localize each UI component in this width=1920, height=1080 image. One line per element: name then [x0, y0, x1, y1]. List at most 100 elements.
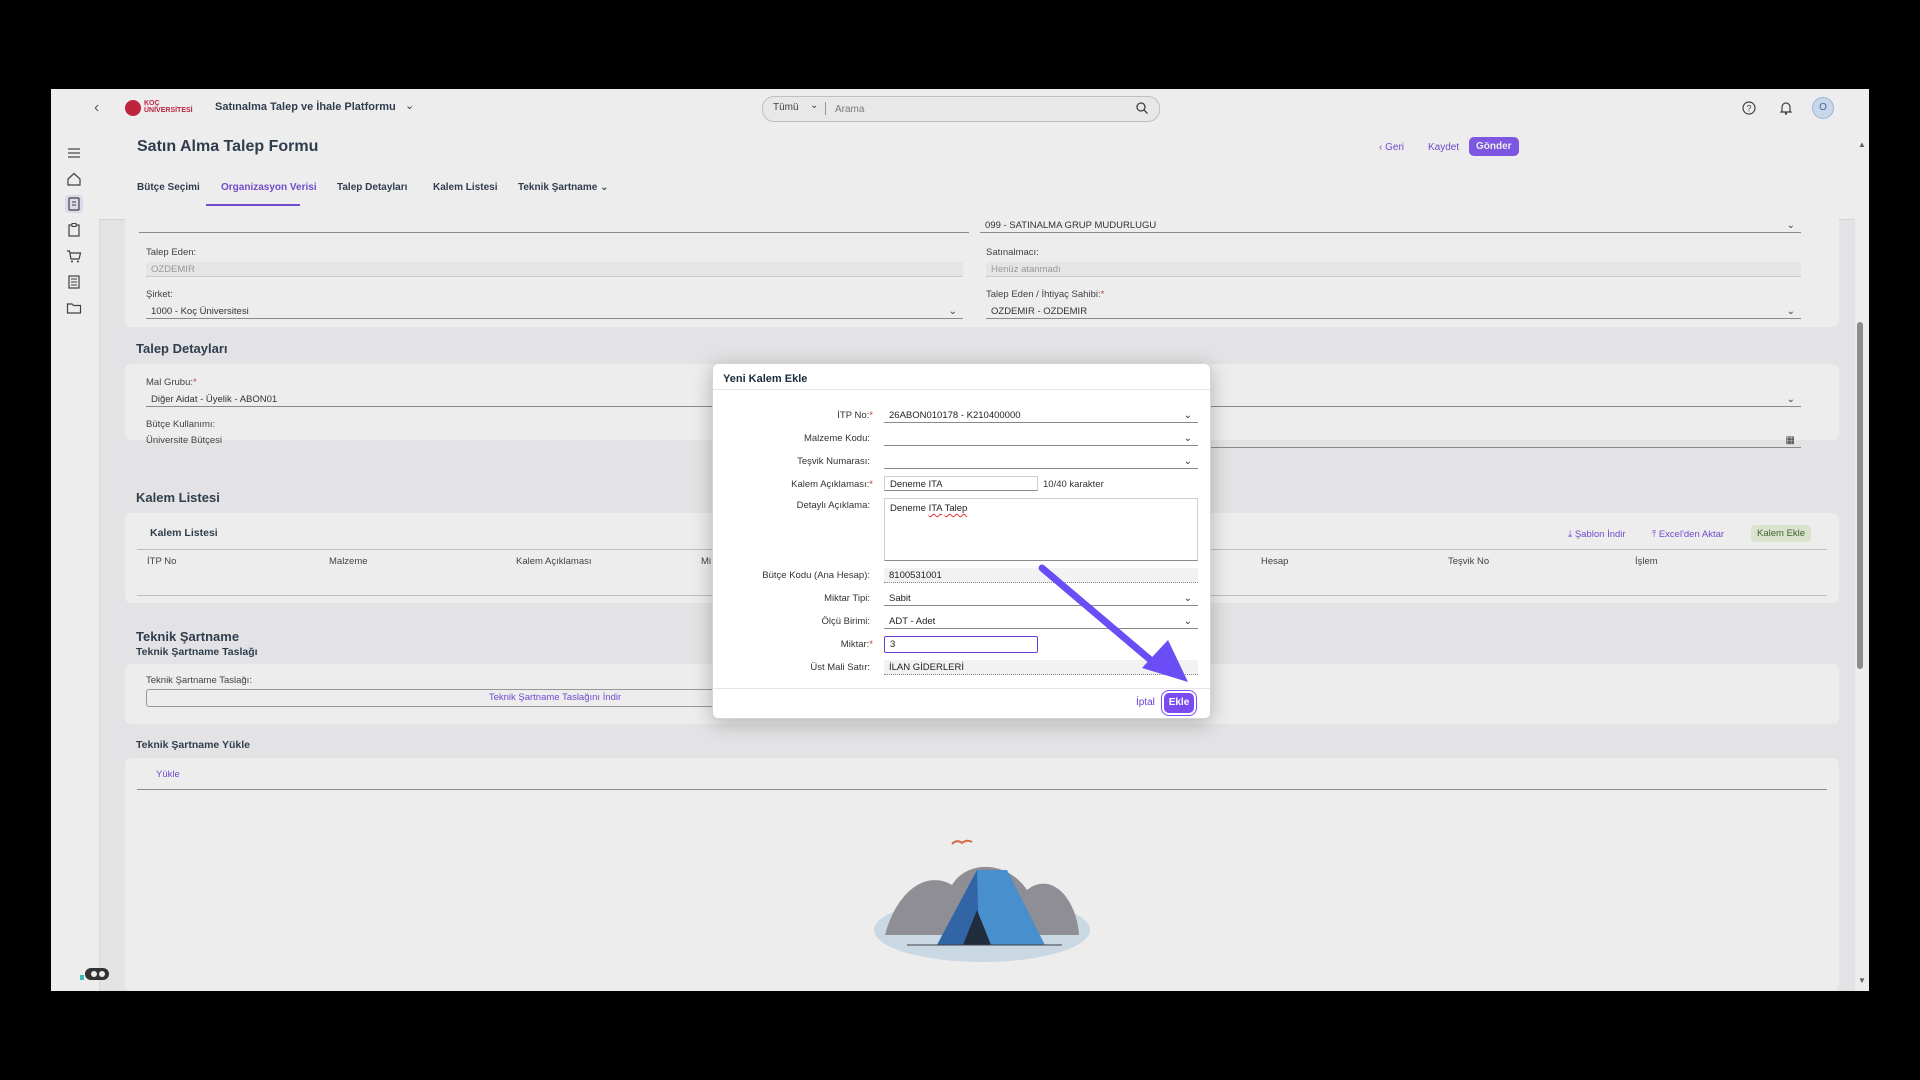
- template-download-link[interactable]: ⤓ Şablon İndir: [1568, 529, 1626, 540]
- purchasing-group-value: 099 - SATINALMA GRUP MUDURLUGU: [985, 220, 1157, 231]
- owner-value: OZDEMIR - OZDEMIR: [991, 306, 1088, 317]
- material-group-label: Mal Grubu:*: [146, 377, 197, 388]
- search-input[interactable]: [833, 101, 1127, 118]
- home-icon[interactable]: [65, 170, 83, 188]
- material-code-select[interactable]: ⌄: [884, 431, 1198, 446]
- purchasing-group-select[interactable]: 099 - SATINALMA GRUP MUDURLUGU ⌄: [980, 218, 1801, 233]
- unit-value: ADT - Adet: [889, 616, 936, 627]
- scrollbar-thumb[interactable]: [1857, 322, 1863, 669]
- add-item-button[interactable]: Kalem Ekle: [1751, 525, 1812, 542]
- column-header-material: Malzeme: [329, 556, 368, 567]
- purchasing-org-field[interactable]: [139, 218, 969, 233]
- budget-code-label: Bütçe Kodu (Ana Hesap):: [762, 570, 870, 581]
- company-select[interactable]: 1000 - Koç Üniversitesi ⌄: [146, 304, 963, 319]
- company-label: Şirket:: [146, 289, 173, 300]
- back-chevron-icon[interactable]: ‹: [94, 98, 114, 118]
- search-icon[interactable]: [1135, 101, 1149, 115]
- document-list-icon[interactable]: [65, 273, 83, 291]
- incentive-label: Teşvik Numarası:: [797, 456, 870, 467]
- item-desc-counter: 10/40 karakter: [1043, 479, 1104, 490]
- logo-icon: [125, 100, 141, 116]
- tab-item-list[interactable]: Kalem Listesi: [433, 182, 497, 193]
- search-scope-select[interactable]: Tümü: [773, 102, 799, 113]
- cancel-button[interactable]: İptal: [1136, 697, 1155, 708]
- add-button[interactable]: Ekle: [1164, 693, 1194, 713]
- item-desc-label: Kalem Açıklaması:*: [791, 479, 873, 490]
- buyer-field: Henüz atanmadı: [986, 262, 1801, 277]
- requester-label: Talep Eden:: [146, 247, 197, 258]
- excel-import-link[interactable]: ⤒ Excel'den Aktar: [1652, 529, 1724, 540]
- tab-technical-spec[interactable]: Teknik Şartname ⌄: [518, 182, 608, 193]
- chevron-down-icon: ⌄: [1183, 433, 1192, 444]
- chevron-down-icon: ⌄: [600, 182, 609, 193]
- assistant-robot-icon[interactable]: [79, 965, 113, 987]
- avatar[interactable]: O: [1812, 97, 1834, 119]
- item-desc-label-text: Kalem Açıklaması:: [791, 479, 870, 490]
- itp-select[interactable]: 26ABON010178 - K210400000 ⌄: [884, 408, 1198, 423]
- send-button[interactable]: Gönder: [1469, 137, 1519, 156]
- menu-icon[interactable]: [65, 144, 83, 162]
- item-desc-input[interactable]: Deneme ITA: [884, 476, 1038, 491]
- request-form-icon[interactable]: [65, 195, 83, 213]
- svg-text:?: ?: [1746, 104, 1751, 114]
- detail-desc-word-3: Talep: [944, 503, 968, 514]
- itp-value: 26ABON010178 - K210400000: [889, 410, 1021, 421]
- folder-icon[interactable]: [65, 299, 83, 317]
- chevron-down-icon[interactable]: ⌄: [405, 99, 414, 112]
- company-value: 1000 - Koç Üniversitesi: [151, 306, 249, 317]
- page-title: Satın Alma Talep Formu: [137, 138, 319, 155]
- scroll-up-icon[interactable]: ▲: [1858, 140, 1866, 149]
- column-header-incentive: Teşvik No: [1448, 556, 1490, 567]
- owner-label: Talep Eden / İhtiyaç Sahibi:*: [986, 289, 1105, 300]
- chevron-down-icon: ⌄: [1183, 456, 1192, 467]
- quantity-type-label: Miktar Tipi:: [824, 593, 870, 604]
- owner-select[interactable]: OZDEMIR - OZDEMIR ⌄: [986, 304, 1801, 319]
- chevron-down-icon[interactable]: ⌄: [810, 100, 818, 111]
- tab-budget-selection[interactable]: Bütçe Seçimi: [137, 182, 200, 193]
- unit-label: Ölçü Birimi:: [821, 616, 870, 627]
- quantity-input[interactable]: 3: [884, 636, 1038, 653]
- detail-desc-word-1: Deneme: [890, 503, 926, 514]
- chevron-down-icon: ⌄: [948, 306, 957, 317]
- clipboard-icon[interactable]: [65, 221, 83, 239]
- technical-spec-draft-subtitle: Teknik Şartname Taslağı: [136, 646, 258, 658]
- itp-label: İTP No:*: [837, 410, 873, 421]
- tab-request-details[interactable]: Talep Detayları: [337, 182, 407, 193]
- bell-icon[interactable]: [1778, 100, 1794, 116]
- budget-usage-value: Üniversite Bütçesi: [146, 435, 223, 446]
- back-button[interactable]: ‹ Geri: [1379, 142, 1404, 153]
- back-button-label: Geri: [1385, 142, 1405, 153]
- tab-organization-data[interactable]: Organizasyon Verisi: [221, 182, 317, 193]
- technical-spec-title: Teknik Şartname: [136, 629, 240, 644]
- incentive-select[interactable]: ⌄: [884, 454, 1198, 469]
- upload-tab[interactable]: Yükle: [156, 769, 180, 780]
- column-header-itp: İTP No: [147, 556, 177, 567]
- chevron-down-icon: ⌄: [1183, 410, 1192, 421]
- page-header: Satın Alma Talep Formu ‹ Geri Kaydet Gön…: [99, 127, 1869, 220]
- divider: [825, 102, 826, 115]
- material-group-value: Diğer Aidat - Üyelik - ABON01: [151, 394, 278, 405]
- detail-desc-textarea[interactable]: Deneme ITA Talep: [884, 498, 1198, 561]
- help-icon[interactable]: ?: [1741, 100, 1757, 116]
- search-bar: Tümü ⌄: [762, 96, 1160, 122]
- draft-label: Teknik Şartname Taslağı:: [146, 675, 252, 686]
- column-header-item-desc: Kalem Açıklaması: [516, 556, 592, 567]
- divider: [137, 789, 1827, 790]
- template-download-label: Şablon İndir: [1574, 529, 1626, 540]
- excel-import-label: Excel'den Aktar: [1658, 529, 1725, 540]
- requester-field: OZDEMIR: [146, 262, 963, 277]
- scroll-down-icon[interactable]: ▼: [1858, 976, 1866, 985]
- logo-text: KOÇ ÜNİVERSİTESİ: [144, 100, 193, 114]
- detail-desc-word-2: ITA: [928, 503, 943, 514]
- app-title[interactable]: Satınalma Talep ve İhale Platformu: [215, 101, 396, 113]
- calendar-icon[interactable]: ▦: [1786, 433, 1795, 448]
- chevron-down-icon: ⌄: [1786, 394, 1795, 405]
- tab-technical-spec-label: Teknik Şartname: [518, 182, 598, 193]
- save-button[interactable]: Kaydet: [1428, 142, 1459, 153]
- item-list-card-title: Kalem Listesi: [150, 527, 218, 539]
- divider: [713, 389, 1210, 390]
- quantity-label: Miktar:*: [840, 639, 873, 650]
- quantity-type-value: Sabit: [889, 593, 911, 604]
- chevron-down-icon: ⌄: [1786, 306, 1795, 317]
- cart-icon[interactable]: [65, 247, 83, 265]
